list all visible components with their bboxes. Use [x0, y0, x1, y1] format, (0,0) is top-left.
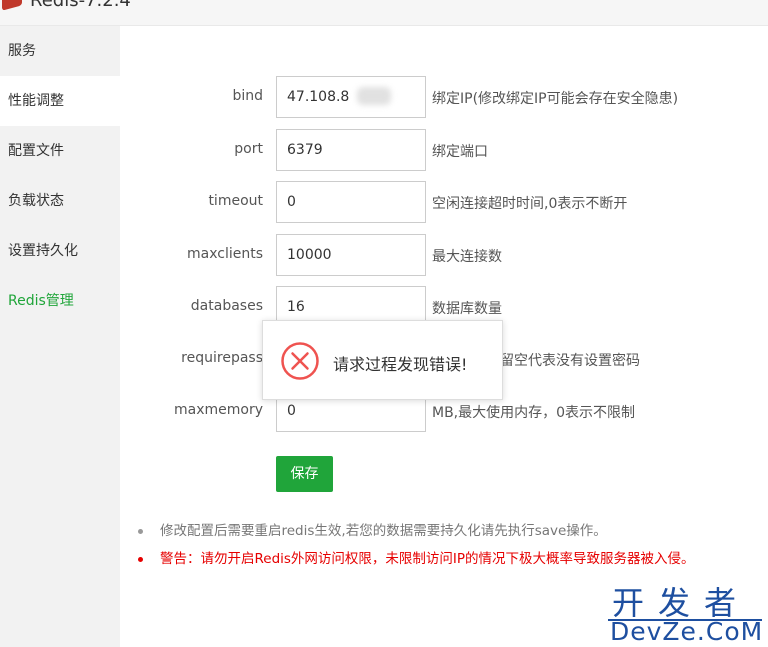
- error-toast: 请求过程发现错误!: [262, 320, 503, 400]
- bind-desc: 绑定IP(修改绑定IP可能会存在安全隐患): [432, 91, 679, 107]
- window-title: Redis-7.2.4: [30, 0, 131, 11]
- databases-label: databases: [190, 298, 263, 314]
- maxmemory-label: maxmemory: [174, 402, 263, 418]
- note-warning: 警告：请勿开启Redis外网访问权限，未限制访问IP的情况下极大概率导致服务器被…: [138, 545, 758, 573]
- requirepass-label: requirepass: [181, 350, 263, 366]
- window-titlebar: Redis-7.2.4: [0, 0, 768, 26]
- maxclients-label: maxclients: [186, 246, 263, 262]
- redaction-blur: [357, 87, 391, 105]
- sidebar: 服务 性能调整 配置文件 负载状态 设置持久化 Redis管理: [0, 26, 120, 647]
- save-button[interactable]: 保存: [276, 456, 333, 492]
- sidebar-item-service[interactable]: 服务: [0, 26, 120, 76]
- maxmemory-desc: MB,最大使用内存，0表示不限制: [432, 405, 636, 421]
- error-toast-message: 请求过程发现错误!: [333, 355, 468, 374]
- timeout-input[interactable]: [276, 181, 426, 223]
- port-desc: 绑定端口: [432, 144, 488, 160]
- sidebar-item-config-file[interactable]: 配置文件: [0, 126, 120, 176]
- databases-desc: 数据库数量: [432, 301, 502, 317]
- sidebar-item-load-status[interactable]: 负载状态: [0, 176, 120, 226]
- maxclients-input[interactable]: [276, 234, 426, 276]
- sidebar-item-performance[interactable]: 性能调整: [0, 76, 120, 126]
- timeout-desc: 空闲连接超时时间,0表示不断开: [432, 196, 628, 212]
- form-row-maxclients: maxclients 最大连接数: [120, 234, 720, 278]
- note-restart: 修改配置后需要重启redis生效,若您的数据需要持久化请先执行save操作。: [138, 517, 758, 545]
- sidebar-item-persistence[interactable]: 设置持久化: [0, 226, 120, 276]
- form-row-port: port 绑定端口: [120, 129, 720, 173]
- redis-logo-icon: [2, 0, 22, 11]
- bind-label: bind: [232, 88, 263, 104]
- watermark: 开发者 DevZe.CoM: [608, 578, 768, 647]
- form-row-bind: bind 绑定IP(修改绑定IP可能会存在安全隐患): [120, 76, 720, 120]
- maxclients-desc: 最大连接数: [432, 249, 502, 265]
- requirepass-desc: 留空代表没有设置密码: [500, 353, 640, 369]
- timeout-label: timeout: [208, 193, 263, 209]
- error-circle-icon: [281, 342, 319, 380]
- port-input[interactable]: [276, 129, 426, 171]
- port-label: port: [234, 141, 263, 157]
- bind-input[interactable]: [276, 76, 426, 118]
- sidebar-item-redis-manage[interactable]: Redis管理: [0, 276, 120, 326]
- watermark-bottom-text: DevZe.CoM: [610, 617, 764, 646]
- form-row-timeout: timeout 空闲连接超时时间,0表示不断开: [120, 181, 720, 225]
- notes-list: 修改配置后需要重启redis生效,若您的数据需要持久化请先执行save操作。 警…: [138, 517, 758, 573]
